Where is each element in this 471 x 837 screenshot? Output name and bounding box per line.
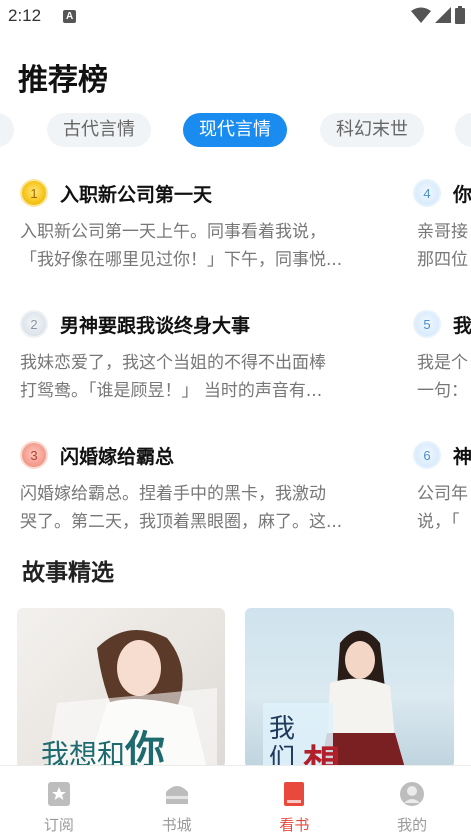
nav-item-bookstore[interactable]: 书城 [118,766,236,837]
ranking-description: 我妹恋爱了，我这个当姐的不得不出面棒 打鸳鸯。「谁是顾昱！」 当时的声音有... [20,349,365,405]
ranking-description-line: 我妹恋爱了，我这个当姐的不得不出面棒 [20,353,326,373]
ranking-item[interactable]: 4 你 亲哥接 那四位 [413,178,471,274]
cover-title-part: 们 [269,744,296,768]
notification-icon: A [63,9,77,23]
nav-label: 看书 [279,816,310,834]
ranking-description: 闪婚嫁给霸总。捏着手中的黑卡，我激动 哭了。第二天，我顶着黑眼圈，麻了。这... [20,480,365,536]
signal-icon [435,7,451,23]
ranking-item[interactable]: 5 我 我是个 一句： [413,309,471,405]
status-time: 2:12 [8,6,42,25]
tab-partial-right[interactable] [455,113,471,147]
ranking-description-line: 说，「 [417,512,460,532]
ranking-title: 闪婚嫁给霸总 [60,445,175,468]
nav-item-subscribe[interactable]: 订阅 [0,766,118,837]
status-icons [411,6,465,24]
ranking-description-line: 一句： [417,381,468,401]
nav-label: 我的 [397,816,428,834]
ranking-title: 男神要跟我谈终身大事 [60,314,251,337]
tab-modern-romance[interactable]: 现代言情 [183,113,287,147]
page-title: 推荐榜 [18,63,108,98]
ranking-title: 你 [453,183,471,206]
nav-label: 书城 [161,816,192,834]
section-title: 故事精选 [22,560,114,586]
tab-scifi-apocalypse[interactable]: 科幻末世 [320,113,424,147]
category-tabs: 古代言情 现代言情 科幻末世 [0,113,471,149]
ranking-description-line: 入职新公司第一天上午。同事看着我说， [20,222,326,242]
story-cover[interactable]: 我 们 想 [245,608,454,768]
ranking-item[interactable]: 2 男神要跟我谈终身大事 我妹恋爱了，我这个当姐的不得不出面棒 打鸳鸯。「谁是顾… [20,309,365,405]
ranking-description-line: 那四位 [417,250,468,270]
ranking-description-line: 哭了。第二天，我顶着黑眼圈，麻了。这... [20,512,343,532]
status-bar: 2:12 A [0,0,471,32]
story-cover[interactable]: 我想和你 白头到老 [17,608,225,768]
ranking-item[interactable]: 3 闪婚嫁给霸总 闪婚嫁给霸总。捏着手中的黑卡，我激动 哭了。第二天，我顶着黑眼… [20,440,365,536]
battery-icon [455,6,465,24]
rank-badge-silver: 2 [20,310,48,338]
ranking-description: 入职新公司第一天上午。同事看着我说， 「我好像在哪里见过你！」下午，同事悦... [20,218,365,274]
ranking-description-line: 闪婚嫁给霸总。捏着手中的黑卡，我激动 [20,484,326,504]
nav-item-mine[interactable]: 我的 [353,766,471,837]
rank-badge-blue: 5 [413,310,441,338]
rank-badge-bronze: 3 [20,441,48,469]
ranking-item[interactable]: 6 神 公司年 说，「 [413,440,471,536]
ranking-description-line: 「我好像在哪里见过你！」下午，同事悦... [20,250,343,270]
ranking-title: 我 [453,314,471,337]
ranking-title: 入职新公司第一天 [60,183,213,206]
profile-icon [398,780,426,808]
ranking-description: 公司年 说，「 [417,480,471,536]
ranking-description-line: 打鸳鸯。「谁是顾昱！」 当时的声音有... [20,381,323,401]
star-icon [45,780,73,808]
nav-item-reading[interactable]: 看书 [236,766,354,837]
wifi-icon [411,7,431,23]
tab-partial-left[interactable] [0,113,14,147]
cover-title-part: 想 [303,741,342,768]
bookstore-icon [163,780,191,808]
bottom-nav: 订阅 书城 看书 我的 [0,765,471,837]
app-screen: 2:12 A 推荐榜 古代言情 现代言情 科幻末世 1 入职新公司第一天 入职新… [0,0,471,837]
ranking-item[interactable]: 1 入职新公司第一天 入职新公司第一天上午。同事看着我说， 「我好像在哪里见过你… [20,178,365,274]
rank-badge-blue: 4 [413,179,441,207]
ranking-description-line: 我是个 [417,353,468,373]
tab-ancient-romance[interactable]: 古代言情 [47,113,151,147]
ranking-description: 亲哥接 那四位 [417,218,471,274]
book-icon [280,780,308,808]
ranking-description-line: 公司年 [417,484,468,504]
ranking-description: 我是个 一句： [417,349,471,405]
rank-badge-blue: 6 [413,441,441,469]
ranking-title: 神 [453,445,471,468]
ranking-description-line: 亲哥接 [417,222,468,242]
nav-label: 订阅 [43,816,74,834]
rank-badge-gold: 1 [20,179,48,207]
